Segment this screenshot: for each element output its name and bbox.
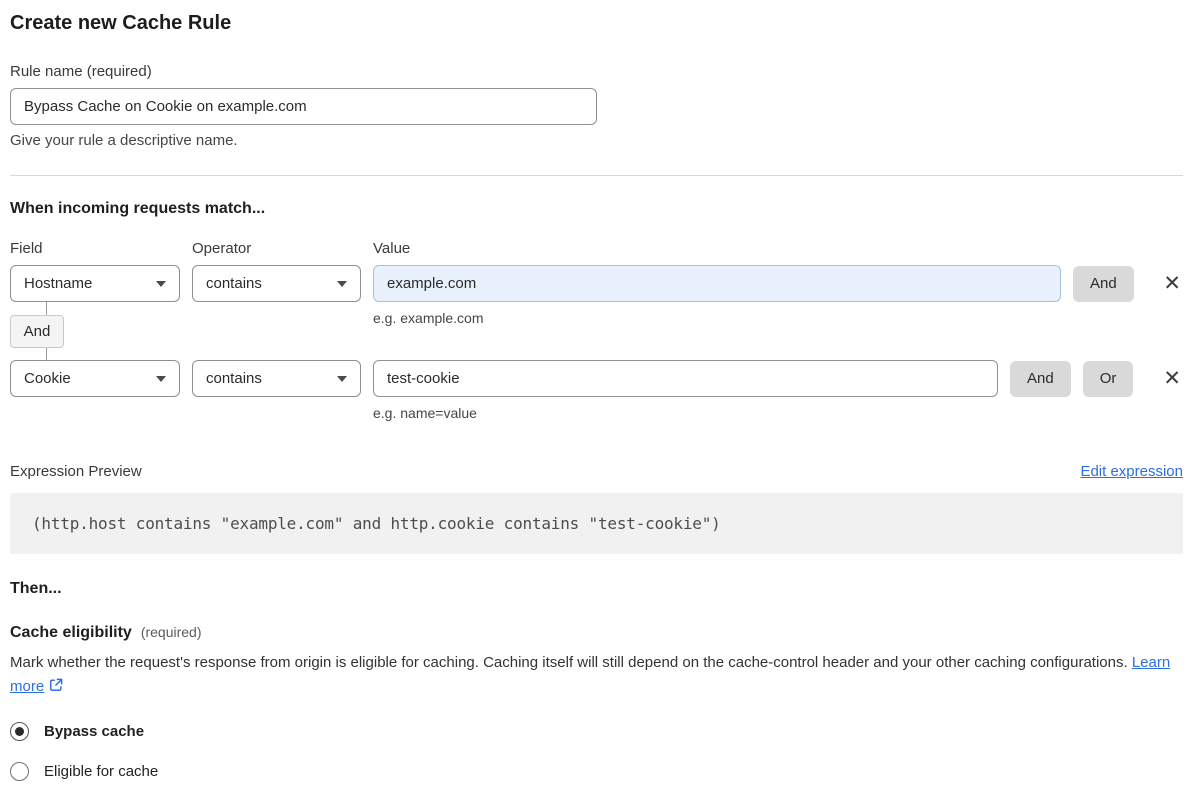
- field-select-2[interactable]: Cookie: [10, 360, 180, 397]
- radio-bypass-cache[interactable]: Bypass cache: [10, 722, 1183, 741]
- then-heading: Then...: [10, 580, 62, 597]
- close-icon: ✕: [1163, 272, 1181, 295]
- page-title: Create new Cache Rule: [10, 12, 232, 34]
- radio-selected-icon: [10, 722, 29, 741]
- edit-expression-link[interactable]: Edit expression: [1080, 463, 1183, 480]
- rule-name-help: Give your rule a descriptive name.: [10, 132, 238, 149]
- field-column-label: Field: [10, 240, 43, 257]
- add-and-button-2[interactable]: And: [1010, 360, 1071, 397]
- add-and-button-1[interactable]: And: [1073, 265, 1134, 302]
- operator-select-1[interactable]: contains: [192, 265, 361, 302]
- operator-select-2[interactable]: contains: [192, 360, 361, 397]
- radio-bypass-cache-label: Bypass cache: [44, 723, 145, 740]
- value-hint-1: e.g. example.com: [373, 310, 484, 326]
- between-rows-zone: e.g. example.com And: [10, 302, 1183, 360]
- description-text: Mark whether the request's response from…: [10, 654, 1128, 671]
- connector-line-bottom: [10, 348, 47, 360]
- required-tag: (required): [140, 624, 202, 640]
- expression-code: (http.host contains "example.com" and ht…: [10, 493, 1183, 554]
- operator-select-1-value: contains: [206, 275, 262, 292]
- chevron-down-icon: [156, 375, 166, 382]
- cache-eligibility-heading: Cache eligibility: [10, 624, 132, 641]
- chevron-down-icon: [337, 280, 347, 287]
- remove-row-2-button[interactable]: ✕: [1161, 368, 1183, 389]
- match-row-1: Hostname contains And ✕: [10, 265, 1183, 302]
- expression-preview-label: Expression Preview: [10, 463, 142, 480]
- cache-eligibility-heading-row: Cache eligibility (required): [10, 624, 1183, 642]
- section-divider: [10, 175, 1183, 176]
- value-input-1[interactable]: [373, 265, 1061, 302]
- match-column-labels: Field Operator Value: [10, 240, 1183, 257]
- cache-rule-form: Create new Cache Rule Rule name (require…: [0, 0, 1200, 781]
- field-select-1[interactable]: Hostname: [10, 265, 180, 302]
- connector-line-top: [10, 302, 47, 315]
- expression-header: Expression Preview Edit expression: [10, 463, 1183, 480]
- add-or-button-2[interactable]: Or: [1082, 360, 1134, 397]
- rule-name-label: Rule name (required): [10, 63, 152, 80]
- field-select-1-value: Hostname: [24, 275, 93, 292]
- radio-dot: [15, 727, 24, 736]
- value-input-2[interactable]: [373, 360, 998, 397]
- operator-select-2-value: contains: [206, 370, 262, 387]
- operator-column-label: Operator: [192, 240, 252, 257]
- close-icon: ✕: [1163, 367, 1181, 390]
- radio-eligible-for-cache-label: Eligible for cache: [44, 763, 159, 780]
- match-row-2: Cookie contains And Or ✕: [10, 360, 1183, 397]
- cache-eligibility-description: Mark whether the request's response from…: [10, 651, 1183, 699]
- match-heading: When incoming requests match...: [10, 200, 266, 217]
- cache-eligibility-options: Bypass cache Eligible for cache: [10, 722, 1183, 781]
- radio-unselected-icon: [10, 762, 29, 781]
- remove-row-1-button[interactable]: ✕: [1161, 273, 1183, 294]
- rule-name-input[interactable]: [10, 88, 597, 125]
- field-select-2-value: Cookie: [24, 370, 71, 387]
- chevron-down-icon: [156, 280, 166, 287]
- external-link-icon: [50, 678, 63, 692]
- and-connector-chip[interactable]: And: [10, 315, 64, 348]
- value-hint-2: e.g. name=value: [373, 405, 477, 421]
- radio-eligible-for-cache[interactable]: Eligible for cache: [10, 762, 1183, 781]
- value-column-label: Value: [373, 240, 411, 257]
- chevron-down-icon: [337, 375, 347, 382]
- and-connector: And: [10, 302, 64, 360]
